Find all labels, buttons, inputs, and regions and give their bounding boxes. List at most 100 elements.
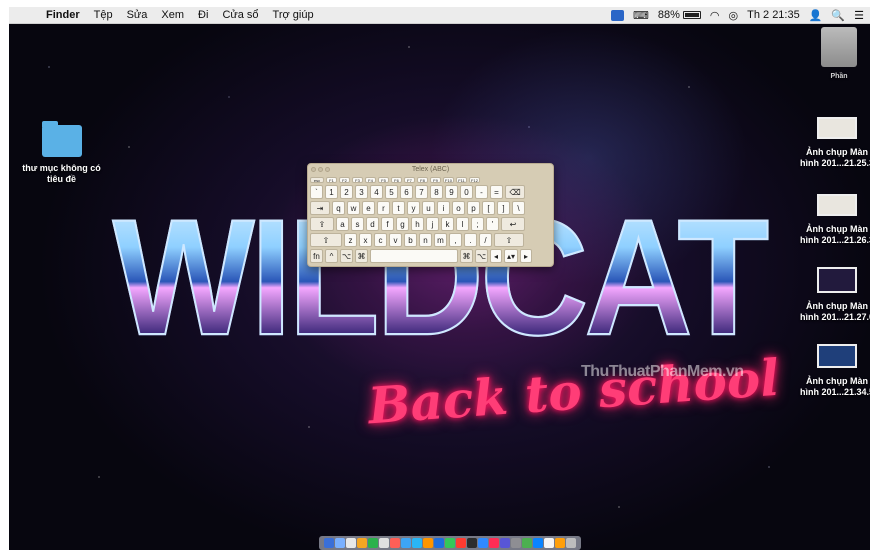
key-9[interactable]: 9 [445,185,458,199]
dock-app-icon[interactable] [368,538,378,548]
key-11[interactable]: ⇧ [494,233,524,247]
key-7[interactable]: 7 [415,185,428,199]
key-12[interactable]: ↩ [501,217,525,231]
key-2[interactable]: w [347,201,360,215]
key-1[interactable]: a [336,217,349,231]
key-8[interactable]: k [441,217,454,231]
dock-app-icon[interactable] [533,538,543,548]
menu-window[interactable]: Cửa sổ [215,9,265,21]
notification-center-icon[interactable]: ☰ [854,9,864,22]
key-5[interactable]: 5 [385,185,398,199]
key-4[interactable]: 4 [370,185,383,199]
teamviewer-icon[interactable] [610,9,624,21]
dock-app-icon[interactable] [500,538,510,548]
key-5[interactable]: t [392,201,405,215]
key-8[interactable]: F8 [417,177,428,183]
key-7[interactable]: ◂ [490,249,502,263]
keyboard-viewer-window[interactable]: Telex (ABC) esc F1 F2 F3 F4 F5 F6 F7 F8 F9 F10 F11 F… [307,163,554,267]
key-2[interactable]: x [359,233,372,247]
key-5[interactable]: F5 [378,177,389,183]
key-1[interactable]: 1 [325,185,338,199]
key-10[interactable]: 0 [460,185,473,199]
key-13[interactable]: ⌫ [505,185,525,199]
key-11[interactable]: [ [482,201,495,215]
menu-finder[interactable]: Finder [39,9,87,21]
key-6[interactable]: y [407,201,420,215]
desktop-screenshot-4[interactable]: Ảnh chụp Màn hình 201...21.34.5 [797,344,870,398]
menu-file[interactable]: Tệp [87,9,120,21]
key-3[interactable]: d [366,217,379,231]
dock-app-icon[interactable] [412,538,422,548]
desktop-disk[interactable]: Phần [809,27,869,82]
key-3[interactable]: c [374,233,387,247]
key-2[interactable]: 2 [340,185,353,199]
keyboard-viewer-titlebar[interactable]: Telex (ABC) [308,164,553,175]
key-3[interactable]: F3 [352,177,363,183]
zoom-button[interactable] [325,167,330,172]
desktop-screenshot-1[interactable]: Ảnh chụp Màn hình 201...21.25.3 [797,117,870,169]
key-6[interactable]: h [411,217,424,231]
key-0[interactable]: ⇥ [310,201,330,215]
menu-edit[interactable]: Sửa [120,9,155,21]
key-4[interactable]: r [377,201,390,215]
menu-help[interactable]: Trợ giúp [266,9,321,21]
user-icon[interactable]: 👤 [809,9,823,22]
key-11[interactable]: ' [486,217,499,231]
dock-app-icon[interactable] [478,538,488,548]
key-2[interactable]: ⌥ [340,249,353,263]
menu-go[interactable]: Đi [191,9,215,21]
key-7[interactable]: F7 [404,177,415,183]
dock-app-icon[interactable] [456,538,466,548]
menu-view[interactable]: Xem [154,9,191,21]
key-1[interactable]: ^ [325,249,338,263]
key-0[interactable]: esc [310,177,324,183]
key-7[interactable]: j [426,217,439,231]
key-2[interactable]: s [351,217,364,231]
key-10[interactable]: / [479,233,492,247]
dock-app-icon[interactable] [346,538,356,548]
key-5[interactable]: b [404,233,417,247]
minimize-button[interactable] [318,167,323,172]
dock-app-icon[interactable] [566,538,576,548]
key-1[interactable]: z [344,233,357,247]
dock-app-icon[interactable] [357,538,367,548]
dock-app-icon[interactable] [511,538,521,548]
key-0[interactable]: ⇧ [310,233,342,247]
key-4[interactable]: f [381,217,394,231]
key-9[interactable]: . [464,233,477,247]
key-11[interactable]: - [475,185,488,199]
key-0[interactable]: ` [310,185,323,199]
dock-app-icon[interactable] [379,538,389,548]
key-3[interactable]: 3 [355,185,368,199]
desktop-screenshot-3[interactable]: Ảnh chụp Màn hình 201...21.27.0 [797,267,870,323]
key-0[interactable]: ⇪ [310,217,334,231]
key-0[interactable]: fn [310,249,323,263]
dock-app-icon[interactable] [335,538,345,548]
desktop-screenshot-2[interactable]: Ảnh chụp Màn hình 201...21.26.3 [797,194,870,246]
key-8[interactable]: , [449,233,462,247]
key-1[interactable]: F1 [326,177,337,183]
battery-indicator[interactable]: 88% [658,9,701,21]
key-12[interactable]: F12 [469,177,480,183]
key-7[interactable]: u [422,201,435,215]
key-8[interactable]: ▴▾ [504,249,518,263]
desktop-folder[interactable]: thư mục không có tiêu đề [19,121,104,185]
key-7[interactable]: m [434,233,447,247]
dock-app-icon[interactable] [423,538,433,548]
dock-app-icon[interactable] [324,538,334,548]
time-machine-icon[interactable]: ◎ [729,9,739,22]
key-8[interactable]: i [437,201,450,215]
key-10[interactable]: p [467,201,480,215]
key-3[interactable]: e [362,201,375,215]
dock-app-icon[interactable] [445,538,455,548]
key-2[interactable]: F2 [339,177,350,183]
close-button[interactable] [311,167,316,172]
dock-app-icon[interactable] [544,538,554,548]
dock-app-icon[interactable] [489,538,499,548]
key-13[interactable]: \ [512,201,525,215]
dock-app-icon[interactable] [555,538,565,548]
dock-app-icon[interactable] [467,538,477,548]
clock[interactable]: Th 2 21:35 [747,9,800,21]
key-6[interactable]: n [419,233,432,247]
key-4[interactable]: F4 [365,177,376,183]
